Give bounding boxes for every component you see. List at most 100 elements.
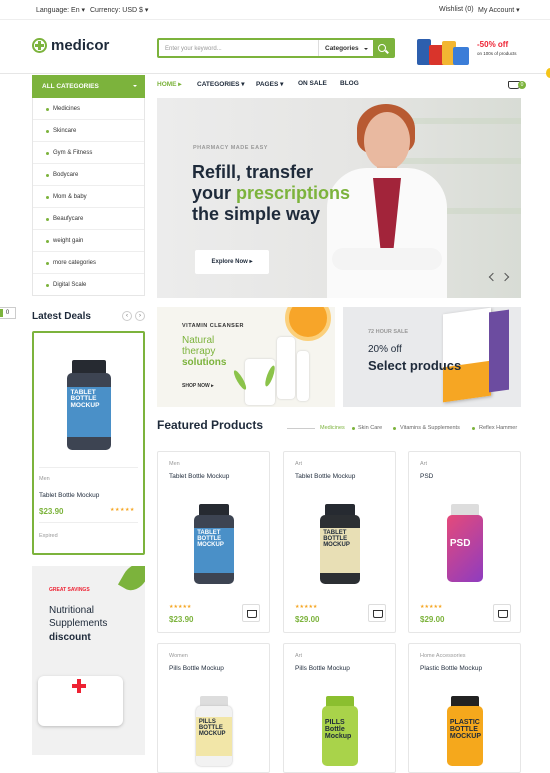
logo[interactable]: medicor bbox=[32, 37, 109, 54]
top-bar: Language: En ▾ Currency: USD $ ▾ Wishlis… bbox=[0, 0, 550, 20]
star-rating-icon: ★★★★★ bbox=[169, 604, 192, 610]
sidebar-item-weight-gain[interactable]: weight gain bbox=[33, 230, 144, 252]
divider bbox=[39, 522, 138, 523]
header-promo[interactable]: -50% off on 100s of products bbox=[417, 29, 532, 67]
savings-banner[interactable]: GREAT SAVINGS Nutritional Supplements di… bbox=[32, 566, 145, 755]
search-bar: Enter your keyword... Categories bbox=[157, 38, 395, 58]
nav-blog[interactable]: BLOG bbox=[340, 80, 359, 87]
sidebar-item-skincare[interactable]: Skincare bbox=[33, 120, 144, 142]
sidebar-item-more-categories[interactable]: more categories bbox=[33, 252, 144, 274]
nav-home[interactable]: HOME ▸ bbox=[157, 80, 182, 88]
currency-selector[interactable]: Currency: USD $ ▾ bbox=[90, 6, 148, 14]
product-category: Men bbox=[169, 461, 180, 467]
banner1-shop-now[interactable]: SHOP NOW ▸ bbox=[182, 383, 214, 389]
product-category: Art bbox=[295, 461, 303, 467]
deals-next-button[interactable]: › bbox=[135, 311, 145, 321]
nav-home-label: HOME bbox=[157, 81, 177, 88]
language-label: Language: En bbox=[36, 7, 80, 14]
product-card[interactable]: Men Tablet Bottle Mockup TABLET BOTTLE M… bbox=[157, 451, 270, 633]
product-price: $29.00 bbox=[420, 615, 445, 624]
category-sidebar: Medicines Skincare Gym & Fitness Bodycar… bbox=[32, 98, 145, 296]
product-image: PILLS BOTTLE MOCKUP bbox=[196, 696, 232, 766]
deals-prev-button[interactable]: ‹ bbox=[122, 311, 132, 321]
product-card[interactable]: Art Pills Bottle Mockup PILLS Bottle Moc… bbox=[283, 643, 396, 773]
savings-title: Nutritional Supplements bbox=[49, 604, 107, 630]
product-price: $23.90 bbox=[169, 615, 194, 624]
product-card[interactable]: Art PSD PSD ★★★★★ $29.00 bbox=[408, 451, 521, 633]
sidebar-item-medicines[interactable]: Medicines bbox=[33, 98, 144, 120]
vitamin-cleanser-banner[interactable]: VITAMIN CLEANSER Natural therapy solutio… bbox=[157, 307, 335, 407]
nav-pages[interactable]: PAGES ▾ bbox=[256, 80, 283, 88]
language-selector[interactable]: Language: En ▾ bbox=[36, 6, 85, 14]
star-rating-icon: ★★★★★ bbox=[420, 604, 443, 610]
cart-count-badge: 0 bbox=[518, 81, 526, 89]
search-button[interactable] bbox=[373, 40, 393, 56]
my-account-dropdown[interactable]: My Account ▾ bbox=[478, 6, 520, 14]
product-name[interactable]: Tablet Bottle Mockup bbox=[295, 473, 355, 480]
nav-on-sale[interactable]: ON SALE bbox=[298, 80, 327, 87]
promo-subtext: on 100s of products bbox=[477, 51, 517, 56]
hero-slider: PHARMACY MADE EASY Refill, transfer your… bbox=[157, 98, 521, 298]
sidebar-item-bodycare[interactable]: Bodycare bbox=[33, 164, 144, 186]
banner1-title-line2: therapy bbox=[182, 346, 216, 357]
product-price: $29.00 bbox=[295, 615, 320, 624]
tab-medicines[interactable]: Medicines bbox=[320, 425, 345, 431]
product-name[interactable]: Plastic Bottle Mockup bbox=[420, 665, 482, 672]
product-name[interactable]: Tablet Bottle Mockup bbox=[169, 473, 229, 480]
hero-title-highlight: prescriptions bbox=[236, 183, 351, 203]
banner2-kicker: 72 HOUR SALE bbox=[368, 329, 409, 335]
banner2-discount: 20% off bbox=[368, 344, 402, 355]
product-image: PSD bbox=[447, 504, 483, 582]
header: medicor Enter your keyword... Categories… bbox=[0, 20, 550, 74]
tab-separator-dot bbox=[352, 427, 355, 430]
savings-line2: Supplements bbox=[49, 618, 108, 629]
product-name[interactable]: PSD bbox=[420, 473, 433, 480]
tab-vitamins-supplements[interactable]: Vitamins & Supplements bbox=[400, 425, 460, 431]
product-name[interactable]: Pills Bottle Mockup bbox=[295, 665, 350, 672]
banner1-title-line1: Natural bbox=[182, 335, 215, 346]
deal-name[interactable]: Tablet Bottle Mockup bbox=[39, 492, 99, 499]
product-image: PLASTIC BOTTLE MOCKUP bbox=[447, 696, 483, 766]
search-input[interactable]: Enter your keyword... bbox=[159, 40, 318, 56]
product-category: Art bbox=[295, 653, 303, 659]
nav-categories[interactable]: CATEGORIES ▾ bbox=[197, 80, 245, 88]
product-category: Art bbox=[420, 461, 428, 467]
sidebar-item-mom-baby[interactable]: Mom & baby bbox=[33, 186, 144, 208]
add-to-cart-button[interactable] bbox=[242, 604, 260, 622]
bottle-label: TABLET BOTTLE MOCKUP bbox=[194, 528, 234, 573]
all-categories-toggle[interactable]: ALL CATEGORIES bbox=[32, 75, 145, 98]
promo-discount: -50% off bbox=[477, 40, 509, 49]
deal-card[interactable]: TABLET BOTTLE MOCKUP Men Tablet Bottle M… bbox=[32, 331, 145, 555]
medicine-box-image bbox=[443, 307, 491, 403]
tab-skin-care[interactable]: Skin Care bbox=[358, 425, 382, 431]
nav-pages-label: PAGES bbox=[256, 81, 279, 88]
product-card[interactable]: Women Pills Bottle Mockup PILLS BOTTLE M… bbox=[157, 643, 270, 773]
deal-status: Expired bbox=[39, 533, 58, 539]
sale-banner[interactable]: 72 HOUR SALE 20% off Select producs bbox=[343, 307, 521, 407]
hero-title-your: your bbox=[192, 183, 237, 203]
hero-title-line3: the simple way bbox=[192, 204, 321, 224]
bottle-label: PLASTIC BOTTLE MOCKUP bbox=[449, 719, 481, 741]
bottle-label: PILLS BOTTLE MOCKUP bbox=[196, 717, 232, 757]
bottle-label: PSD bbox=[449, 537, 471, 549]
floating-widget[interactable] bbox=[546, 68, 550, 78]
divider bbox=[287, 428, 315, 429]
sidebar-item-beaufycare[interactable]: Beaufycare bbox=[33, 208, 144, 230]
side-tab-accent bbox=[0, 309, 3, 317]
product-card[interactable]: Home Accessories Plastic Bottle Mockup P… bbox=[408, 643, 521, 773]
sidebar-item-digital-scale[interactable]: Digital Scale bbox=[33, 274, 144, 296]
logo-text: medicor bbox=[51, 37, 110, 54]
product-card[interactable]: Art Tablet Bottle Mockup TABLET BOTTLE M… bbox=[283, 451, 396, 633]
product-name[interactable]: Pills Bottle Mockup bbox=[169, 665, 224, 672]
search-category-select[interactable]: Categories bbox=[318, 40, 373, 56]
latest-deals-title: Latest Deals bbox=[32, 311, 91, 322]
add-to-cart-button[interactable] bbox=[368, 604, 386, 622]
explore-now-button[interactable]: Explore Now ▸ bbox=[195, 250, 269, 274]
promo-product-image bbox=[453, 47, 469, 65]
wishlist-link[interactable]: Wishlist (0) bbox=[439, 6, 474, 13]
slider-next-arrow[interactable] bbox=[500, 272, 510, 282]
add-to-cart-button[interactable] bbox=[493, 604, 511, 622]
slider-prev-arrow[interactable] bbox=[488, 272, 498, 282]
sidebar-item-gym-fitness[interactable]: Gym & Fitness bbox=[33, 142, 144, 164]
tab-reflex-hammer[interactable]: Reflex Hammer bbox=[479, 425, 517, 431]
